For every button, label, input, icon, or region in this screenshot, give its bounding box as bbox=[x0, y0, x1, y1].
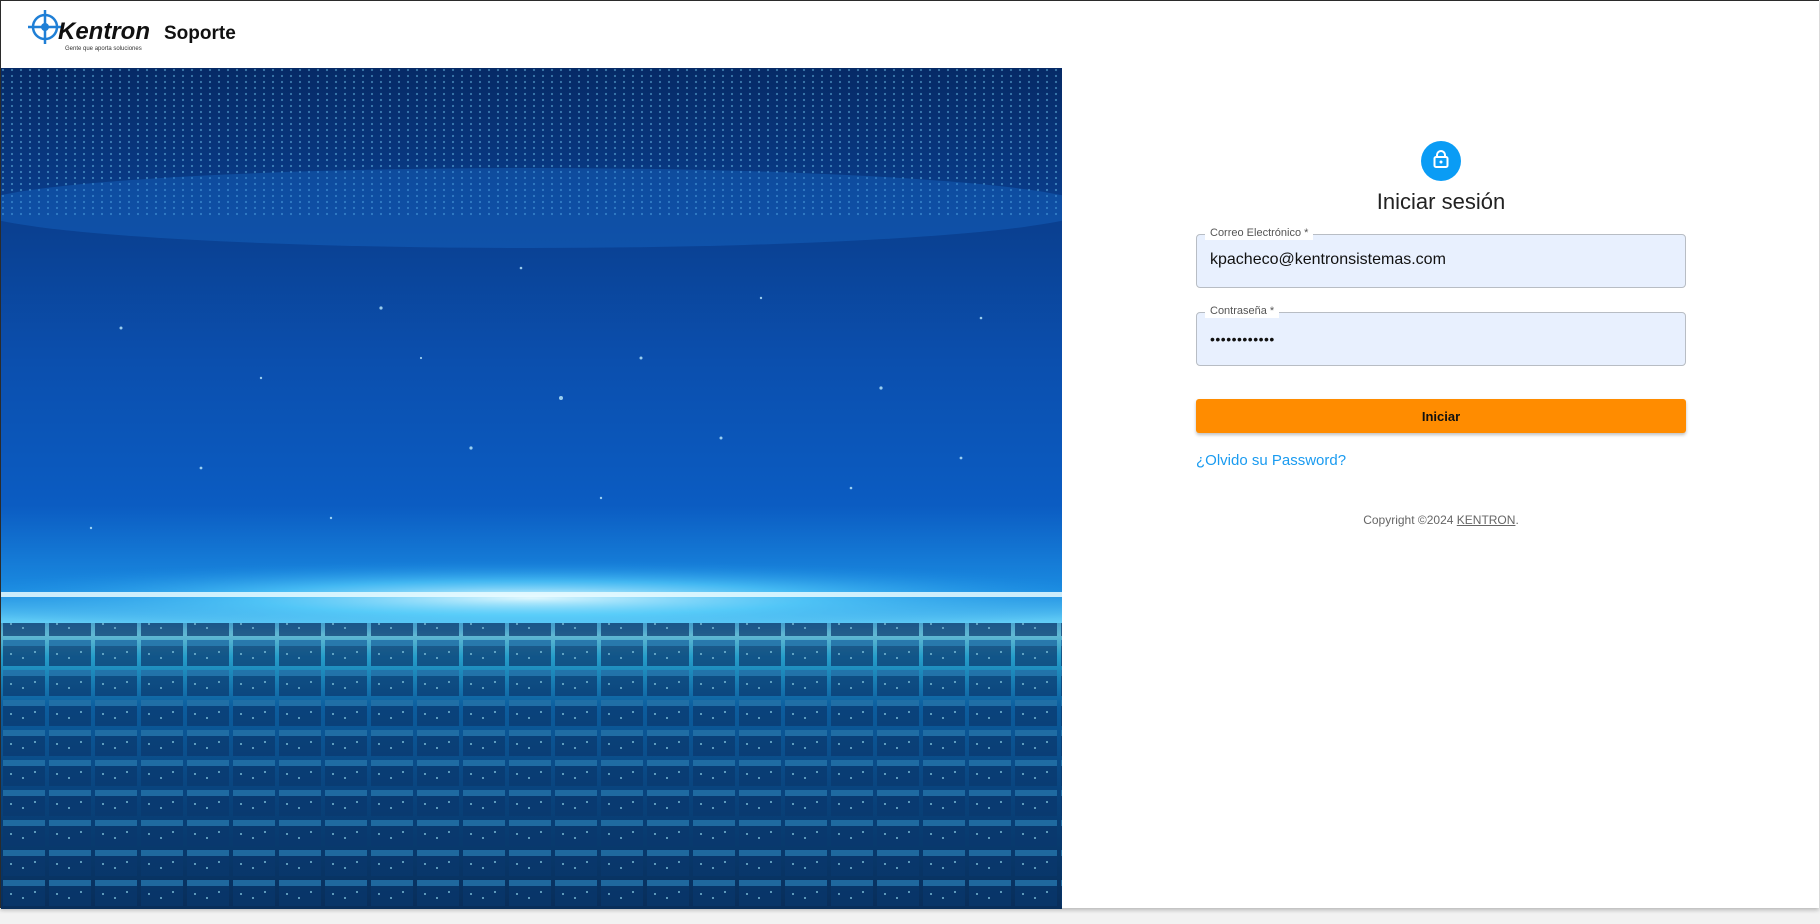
password-input[interactable]: •••••••••••• bbox=[1210, 331, 1672, 347]
lock-icon bbox=[1432, 149, 1450, 174]
email-field[interactable]: Correo Electrónico * kpacheco@kentronsis… bbox=[1196, 226, 1686, 288]
copyright-suffix: . bbox=[1515, 513, 1519, 527]
hero-image bbox=[1, 68, 1062, 909]
lock-avatar bbox=[1421, 141, 1461, 181]
forgot-password-link[interactable]: ¿Olvido su Password? bbox=[1196, 452, 1346, 469]
password-field[interactable]: Contraseña * •••••••••••• bbox=[1196, 304, 1686, 366]
app-title: Soporte bbox=[164, 23, 236, 44]
logo-wordmark: Kentron bbox=[58, 18, 150, 45]
email-label: Correo Electrónico * bbox=[1205, 226, 1314, 240]
app-window: Kentron Gente que aporta soluciones Sopo… bbox=[0, 0, 1819, 909]
password-label: Contraseña * bbox=[1205, 304, 1280, 318]
kentron-logo[interactable]: Kentron Gente que aporta soluciones bbox=[27, 7, 159, 53]
kentron-link[interactable]: KENTRON bbox=[1457, 513, 1516, 527]
login-button[interactable]: Iniciar bbox=[1196, 399, 1686, 433]
email-input[interactable]: kpacheco@kentronsistemas.com bbox=[1210, 251, 1672, 269]
crosshair-globe-icon bbox=[28, 10, 62, 44]
logo-tagline: Gente que aporta soluciones bbox=[65, 46, 142, 52]
copyright-text: Copyright ©2024 bbox=[1363, 513, 1457, 527]
app-header: Kentron Gente que aporta soluciones Sopo… bbox=[1, 1, 1819, 67]
copyright-notice: Copyright ©2024 KENTRON. bbox=[1196, 513, 1686, 527]
login-title: Iniciar sesión bbox=[1376, 189, 1506, 214]
